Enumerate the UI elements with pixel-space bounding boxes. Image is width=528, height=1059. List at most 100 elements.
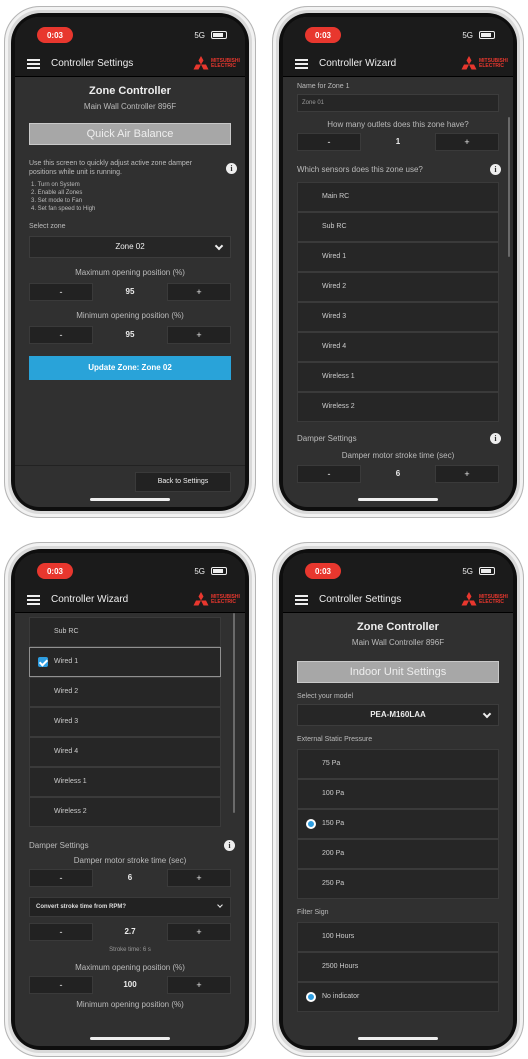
time-pill: 0:03: [37, 27, 73, 43]
app-title: Controller Settings: [51, 58, 134, 69]
max-position-value: 95: [125, 287, 135, 296]
sensor-option[interactable]: Wired 1: [297, 242, 499, 272]
select-zone-label: Select zone: [29, 223, 66, 230]
app-bar: Controller Settings MITSUBISHI ELECTRIC: [283, 587, 513, 613]
esp-option[interactable]: 75 Pa: [297, 749, 499, 779]
sensor-option[interactable]: Main RC: [297, 182, 499, 212]
steps-list: 1. Turn on System 2. Enable all Zones 3.…: [15, 181, 245, 213]
chevron-down-icon: [214, 241, 224, 251]
max-position-value: 100: [123, 980, 137, 989]
checkbox-checked-icon[interactable]: [38, 657, 48, 667]
signal-indicator: 5G: [194, 31, 205, 40]
min-position-label: Minimum opening position (%): [76, 311, 184, 320]
app-bar: Controller Settings MITSUBISHI ELECTRIC: [15, 51, 245, 77]
mitsubishi-logo: MITSUBISHI ELECTRIC: [193, 591, 240, 609]
radio-selected-icon[interactable]: [306, 992, 316, 1002]
back-to-settings-button[interactable]: Back to Settings: [135, 472, 231, 492]
page-subtitle: Main Wall Controller 896F: [83, 102, 177, 111]
increment-button[interactable]: +: [167, 923, 231, 941]
sensor-option[interactable]: Wireless 1: [297, 362, 499, 392]
menu-icon[interactable]: [27, 59, 40, 69]
sensor-list: Main RC Sub RC Wired 1 Wired 2 Wired 3 W…: [283, 182, 513, 422]
convert-rpm-dropdown[interactable]: Convert stroke time from RPM?: [29, 897, 231, 917]
page-title: Zone Controller: [357, 621, 439, 633]
increment-button[interactable]: +: [167, 869, 231, 887]
filter-option-selected[interactable]: No indicator: [297, 982, 499, 1012]
decrement-button[interactable]: -: [29, 976, 93, 994]
page-subtitle: Main Wall Controller 896F: [351, 638, 445, 647]
sensor-option[interactable]: Wired 4: [297, 332, 499, 362]
sensors-label: Which sensors does this zone use?: [297, 165, 423, 174]
mitsubishi-logo: MITSUBISHI ELECTRIC: [461, 591, 508, 609]
sensor-option[interactable]: Wired 2: [297, 272, 499, 302]
stroke-time-label: Damper motor stroke time (sec): [73, 856, 187, 865]
min-position-value: 95: [125, 330, 135, 339]
sensor-option[interactable]: Wireless 2: [297, 392, 499, 422]
phone-zone-wizard: 0:03 5G Controller Wizard MITSUBISHI ELEC…: [272, 6, 524, 518]
esp-option-selected[interactable]: 150 Pa: [297, 809, 499, 839]
decrement-button[interactable]: -: [297, 133, 361, 151]
max-position-stepper: - 100 +: [15, 976, 245, 994]
decrement-button[interactable]: -: [29, 283, 93, 301]
sensor-option[interactable]: Wired 3: [29, 707, 221, 737]
menu-icon[interactable]: [295, 595, 308, 605]
scrollbar[interactable]: [233, 613, 235, 813]
stroke-time-stepper: - 6 +: [283, 465, 513, 483]
time-pill: 0:03: [305, 563, 341, 579]
esp-list: 75 Pa 100 Pa 150 Pa 200 Pa 250 Pa: [283, 749, 513, 899]
min-position-label: Minimum opening position (%): [76, 1000, 184, 1009]
app-bar: Controller Wizard MITSUBISHI ELECTRIC: [15, 587, 245, 613]
app-bar: Controller Wizard MITSUBISHI ELECTRIC: [283, 51, 513, 77]
decrement-button[interactable]: -: [297, 465, 361, 483]
sensor-option-checked[interactable]: Wired 1: [29, 647, 221, 677]
sensor-option[interactable]: Wireless 1: [29, 767, 221, 797]
zone-select[interactable]: Zone 02: [29, 236, 231, 258]
status-bar: 0:03 5G: [15, 553, 245, 587]
section-banner: Quick Air Balance: [29, 123, 231, 145]
stroke-time-value: 6: [127, 873, 133, 882]
sensor-option[interactable]: Wireless 2: [29, 797, 221, 827]
intro-text: Use this screen to quickly adjust active…: [29, 160, 193, 176]
update-zone-button[interactable]: Update Zone: Zone 02: [29, 356, 231, 380]
status-bar: 0:03 5G: [283, 553, 513, 587]
sensor-option[interactable]: Wired 4: [29, 737, 221, 767]
sensor-option[interactable]: Sub RC: [29, 617, 221, 647]
info-icon[interactable]: i: [226, 163, 237, 174]
decrement-button[interactable]: -: [29, 326, 93, 344]
signal-indicator: 5G: [462, 567, 473, 576]
sensor-option[interactable]: Wired 2: [29, 677, 221, 707]
stroke-time-value: 6: [395, 469, 401, 478]
esp-option[interactable]: 250 Pa: [297, 869, 499, 899]
increment-button[interactable]: +: [435, 465, 499, 483]
increment-button[interactable]: +: [167, 976, 231, 994]
page-title: Zone Controller: [89, 85, 171, 97]
status-bar: 0:03 5G: [283, 17, 513, 51]
battery-icon: [211, 31, 227, 39]
scrollbar[interactable]: [508, 117, 510, 257]
decrement-button[interactable]: -: [29, 869, 93, 887]
esp-option[interactable]: 100 Pa: [297, 779, 499, 809]
filter-option[interactable]: 100 Hours: [297, 922, 499, 952]
info-icon[interactable]: i: [490, 433, 501, 444]
info-icon[interactable]: i: [490, 164, 501, 175]
chevron-down-icon: [217, 902, 223, 908]
chevron-down-icon: [482, 709, 492, 719]
step-item: 1. Turn on System: [31, 182, 80, 188]
info-icon[interactable]: i: [224, 840, 235, 851]
screen: 0:03 5G Controller Wizard MITSUBISHI ELEC…: [15, 553, 245, 1046]
time-pill: 0:03: [37, 563, 73, 579]
esp-option[interactable]: 200 Pa: [297, 839, 499, 869]
increment-button[interactable]: +: [167, 326, 231, 344]
menu-icon[interactable]: [27, 595, 40, 605]
sensor-option[interactable]: Sub RC: [297, 212, 499, 242]
menu-icon[interactable]: [295, 59, 308, 69]
sensor-option[interactable]: Wired 3: [297, 302, 499, 332]
filter-option[interactable]: 2500 Hours: [297, 952, 499, 982]
increment-button[interactable]: +: [435, 133, 499, 151]
increment-button[interactable]: +: [167, 283, 231, 301]
battery-icon: [479, 567, 495, 575]
model-select[interactable]: PEA-M160LAA: [297, 704, 499, 726]
radio-selected-icon[interactable]: [306, 819, 316, 829]
decrement-button[interactable]: -: [29, 923, 93, 941]
zone-name-input[interactable]: Zone 01: [297, 94, 499, 112]
